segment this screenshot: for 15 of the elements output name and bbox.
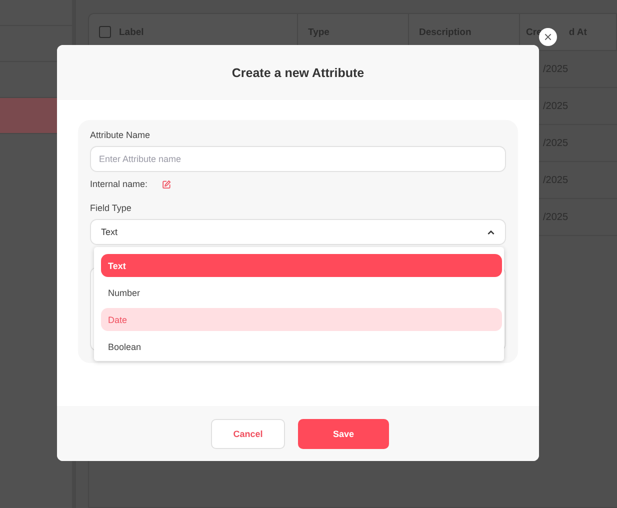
input-field[interactable]: Enter Attribute name — [90, 146, 506, 172]
dropdown-select[interactable]: Text — [90, 219, 506, 245]
checkbox[interactable] — [99, 26, 111, 38]
dropdown-option[interactable]: Boolean — [101, 335, 502, 358]
close-icon — [544, 33, 552, 41]
field-label: Attribute Name — [90, 130, 152, 140]
dropdown-option[interactable]: Number — [101, 281, 502, 304]
dropdown-option[interactable]: Date — [101, 308, 502, 331]
edit-icon[interactable] — [162, 180, 171, 188]
cancel-button[interactable]: Cancel — [211, 418, 285, 448]
save-button[interactable]: Save — [298, 418, 389, 448]
field-label: Internal name: — [90, 179, 148, 189]
modal-title: Create a new Attribute — [232, 66, 364, 80]
field-label: Field Type — [90, 203, 132, 213]
dropdown-option[interactable]: Text — [101, 254, 502, 277]
